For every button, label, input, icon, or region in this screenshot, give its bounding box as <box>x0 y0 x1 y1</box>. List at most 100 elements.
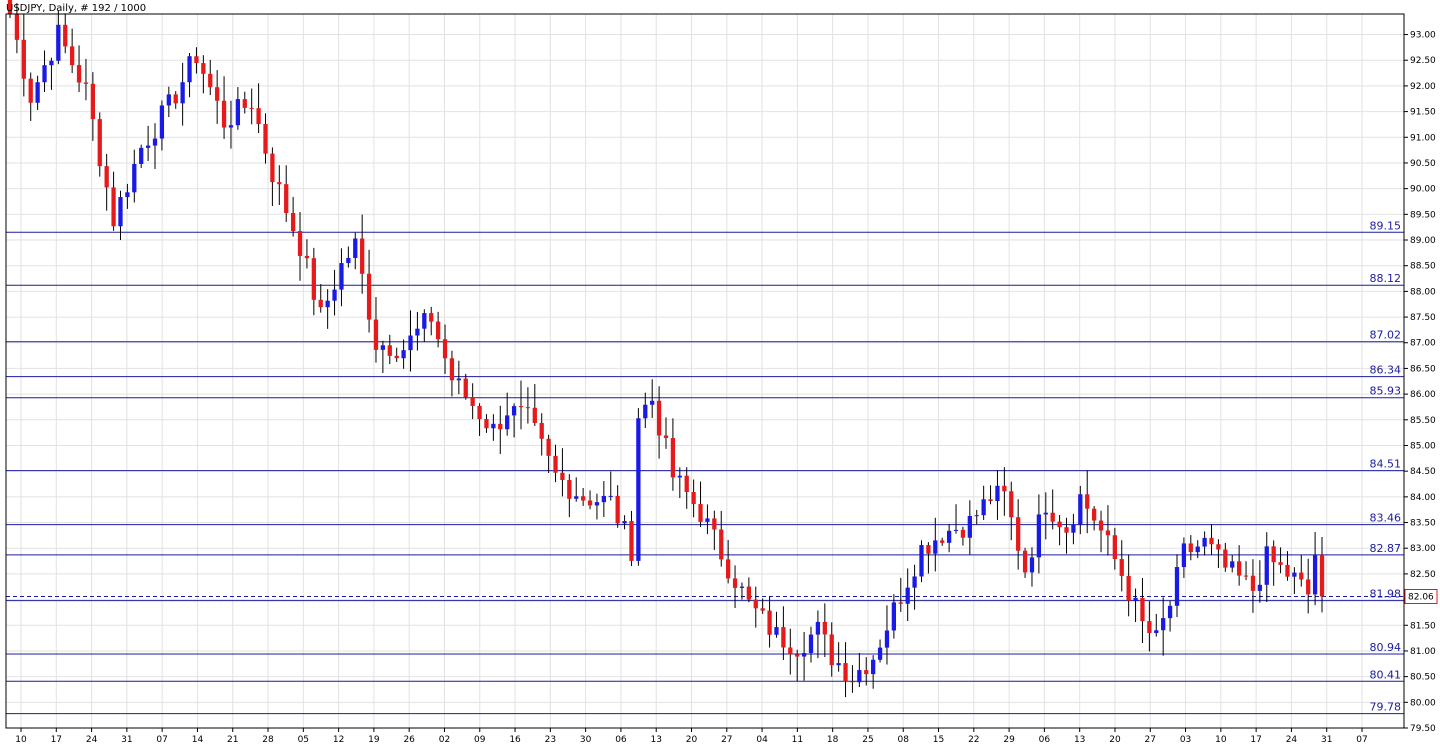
y-tick-label: 87.50 <box>1410 313 1436 323</box>
x-tick-label: 10 <box>15 735 27 745</box>
candle-body <box>995 485 1000 502</box>
x-tick-label: 31 <box>1321 735 1332 745</box>
candle-body <box>781 627 786 648</box>
y-tick-label: 88.00 <box>1410 287 1436 297</box>
candle-body <box>249 107 254 109</box>
candle-body <box>1319 554 1325 597</box>
candle-body <box>304 255 310 259</box>
candle-body <box>297 231 303 256</box>
candle-body <box>1105 530 1111 536</box>
candle-body <box>111 187 116 227</box>
candle-body <box>35 82 40 103</box>
candle-body <box>732 578 738 588</box>
x-tick-label: 18 <box>827 735 839 745</box>
candle-body <box>953 529 959 531</box>
y-tick-label: 86.50 <box>1410 364 1436 374</box>
candle-body <box>601 495 606 503</box>
level-label: 85.93 <box>1370 385 1402 398</box>
candle-body <box>1085 494 1090 509</box>
x-tick-label: 14 <box>192 735 204 745</box>
candle-body <box>1202 537 1207 547</box>
candle-body <box>1091 508 1097 521</box>
candle-body <box>1043 512 1048 515</box>
candle-body <box>795 654 800 657</box>
x-tick-label: 20 <box>686 735 698 745</box>
candle-body <box>125 192 130 198</box>
x-tick-label: 06 <box>615 735 627 745</box>
candle-body <box>698 504 703 522</box>
candle-body <box>684 475 689 493</box>
candle-body <box>373 319 379 350</box>
candle-body <box>746 586 752 600</box>
candle-body <box>270 153 275 183</box>
candle-body <box>946 530 952 543</box>
y-tick-label: 90.50 <box>1410 159 1436 169</box>
candle-body <box>1299 572 1304 580</box>
candle-body <box>801 652 807 657</box>
candle-body <box>1036 514 1042 558</box>
candle-body <box>767 610 772 635</box>
y-tick-label: 87.00 <box>1410 339 1436 349</box>
x-tick-label: 27 <box>721 735 732 745</box>
candle-body <box>360 238 365 274</box>
candle-body <box>739 586 745 588</box>
x-tick-label: 24 <box>1286 735 1298 745</box>
x-tick-label: 15 <box>933 735 944 745</box>
candle-body <box>532 407 537 423</box>
plot-area <box>6 14 1404 728</box>
candle-body <box>1209 537 1214 545</box>
candle-body <box>1119 559 1124 576</box>
y-tick-label: 91.50 <box>1410 108 1436 118</box>
candle-body <box>753 599 758 609</box>
candle-body <box>235 99 241 126</box>
candle-body <box>49 60 54 66</box>
candle-body <box>484 419 489 429</box>
candle-body <box>663 435 669 439</box>
candle-body <box>546 438 551 456</box>
candle-body <box>1285 564 1290 577</box>
chart-svg: 89.15 88.12 87.02 86.34 85.93 84.51 83.46 82.87… <box>5 0 1438 745</box>
candle-body <box>580 496 586 501</box>
candle-body <box>1016 517 1021 551</box>
candle-body <box>139 147 144 164</box>
candle-body <box>387 345 392 356</box>
candle-body <box>1236 561 1242 576</box>
x-tick-label: 09 <box>474 735 486 745</box>
x-tick-label: 23 <box>545 735 556 745</box>
candle-body <box>1312 554 1318 595</box>
level-label: 79.78 <box>1370 701 1402 714</box>
candle-body <box>1071 524 1076 533</box>
candle-body <box>871 659 876 675</box>
candle-body <box>63 24 68 47</box>
x-tick-label: 17 <box>51 735 62 745</box>
x-tick-label: 07 <box>1356 735 1367 745</box>
y-tick-label: 79.50 <box>1410 724 1436 734</box>
x-tick-label: 30 <box>580 735 592 745</box>
candle-body <box>919 545 924 577</box>
candle-body <box>1022 550 1028 573</box>
candle-body <box>808 634 814 653</box>
candle-body <box>629 521 634 561</box>
candle-body <box>56 24 61 61</box>
x-tick-label: 26 <box>403 735 415 745</box>
candle-body <box>926 545 931 554</box>
candle-body <box>1188 543 1193 553</box>
candle-body <box>463 378 468 398</box>
level-label: 88.12 <box>1370 272 1402 285</box>
x-tick-label: 10 <box>1215 735 1227 745</box>
candle-body <box>567 480 572 499</box>
x-tick-label: 19 <box>368 735 380 745</box>
x-tick-label: 12 <box>333 735 344 745</box>
candle-body <box>539 422 544 439</box>
candle-body <box>76 65 82 83</box>
candle-body <box>636 418 641 561</box>
y-tick-label: 82.50 <box>1410 570 1436 580</box>
candle-body <box>408 335 413 351</box>
candle-body <box>208 73 213 88</box>
x-tick-label: 03 <box>1180 735 1191 745</box>
candle-body <box>1064 527 1069 533</box>
candle-body <box>228 125 234 128</box>
candle-body <box>877 647 883 660</box>
candle-body <box>1167 605 1173 619</box>
candle-body <box>277 182 282 185</box>
